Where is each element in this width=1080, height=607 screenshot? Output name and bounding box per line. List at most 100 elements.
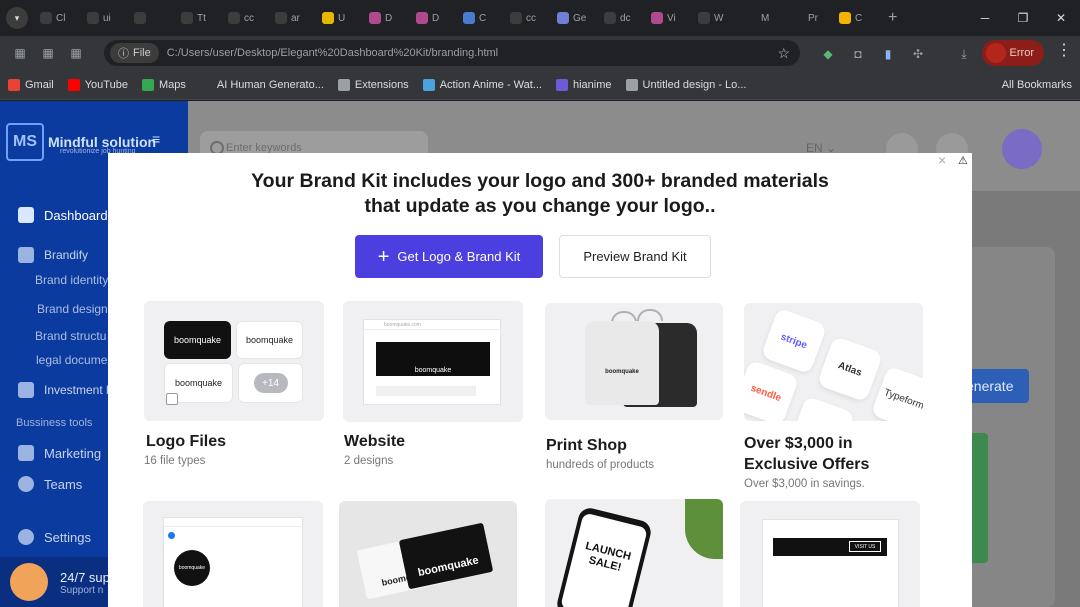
tab-label: cc (244, 12, 254, 24)
browser-tab[interactable]: Ge (551, 5, 598, 31)
browser-tab[interactable]: cc (504, 5, 551, 31)
browser-tab[interactable]: Cl (34, 5, 81, 31)
bookmark-favicon-icon (337, 78, 350, 91)
logo-files-thumbnail[interactable]: boomquake boomquake boomquake +14 (144, 301, 324, 421)
bookmark-item[interactable]: Action Anime - Wat... (422, 78, 542, 91)
collapse-menu-icon[interactable]: ≡ (152, 131, 160, 147)
offers-thumbnail[interactable]: stripe Atlas sendle Typeform Jo (744, 303, 923, 421)
browser-tab[interactable]: dc (598, 5, 645, 31)
bookmark-item[interactable]: Maps (141, 78, 186, 91)
bookmark-item[interactable]: Extensions (337, 78, 409, 91)
website-thumbnail[interactable]: boomquake.com boomquake (343, 301, 523, 422)
logo-black-tile: boomquake (164, 321, 231, 359)
card-title[interactable]: Website (344, 431, 405, 452)
nav-brand-structure[interactable]: Brand structu (35, 329, 106, 343)
back-icon[interactable]: ▦ (6, 39, 34, 67)
preview-brand-kit-button[interactable]: Preview Brand Kit (559, 235, 711, 278)
generate-label: enerate (966, 378, 1014, 394)
extension-icon[interactable]: ◆ (814, 40, 842, 68)
new-tab-icon[interactable]: + (888, 9, 897, 27)
minimize-icon[interactable]: ─ (966, 0, 1004, 36)
tab-favicon-icon (604, 12, 616, 24)
browser-tab[interactable]: C (457, 5, 504, 31)
nav-investment-label: Investment h (44, 383, 113, 397)
tab-favicon-icon (228, 12, 240, 24)
bookmark-item[interactable]: Gmail (8, 78, 54, 91)
tab-favicon-icon (792, 12, 804, 24)
bookmark-star-icon[interactable]: ☆ (777, 45, 790, 62)
bookmark-list: Gmail YouTube Maps AI Human Generato... Exte… (8, 78, 746, 91)
email-thumbnail[interactable]: VISIT US (740, 501, 920, 607)
tab-label: cc (526, 12, 536, 24)
browser-tab[interactable]: D (363, 5, 410, 31)
bookmark-label: YouTube (84, 78, 128, 91)
social-post-thumbnail[interactable]: LAUNCH SALE! (545, 499, 723, 607)
browser-tab[interactable]: W (692, 5, 739, 31)
get-logo-brand-kit-button[interactable]: + Get Logo & Brand Kit (355, 235, 543, 278)
logo-count-tile: +14 (238, 363, 303, 403)
browser-tab[interactable]: ar (269, 5, 316, 31)
nav-brand-design[interactable]: Brand design (37, 302, 108, 316)
bookmark-item[interactable]: hianime (555, 78, 612, 91)
forward-icon[interactable]: ▦ (34, 39, 62, 67)
browser-tab[interactable]: ui (81, 5, 128, 31)
card-title[interactable]: Over $3,000 in Exclusive Offers (744, 433, 924, 475)
address-bar[interactable]: ⓘ File C:/Users/user/Desktop/Elegant%20Da… (104, 40, 800, 66)
browser-tab[interactable]: U (316, 5, 363, 31)
nav-brand-identity[interactable]: Brand identity (35, 273, 108, 287)
error-button[interactable]: Error (982, 40, 1044, 66)
file-chip[interactable]: ⓘ File (110, 43, 159, 63)
tab-favicon-icon (463, 12, 475, 24)
bookmark-item[interactable]: YouTube (67, 78, 128, 91)
modal-headline: Your Brand Kit includes your logo and 30… (108, 169, 972, 219)
content-line (376, 386, 476, 396)
close-window-icon[interactable]: ✕ (1042, 0, 1080, 36)
tab-label: Pr (808, 12, 818, 24)
facebook-icon (168, 532, 175, 539)
camera-icon[interactable]: ◘ (844, 40, 872, 68)
browser-tab[interactable]: Vi (645, 5, 692, 31)
logo-wordmark: boomquake (174, 378, 223, 388)
browser-tab[interactable]: M (739, 5, 786, 31)
card-title[interactable]: Logo Files (146, 431, 226, 452)
browser-tab[interactable]: Tt (175, 5, 222, 31)
download-icon[interactable]: ⤓ (950, 40, 978, 68)
nav-legal-documents[interactable]: legal documer (36, 353, 111, 367)
browser-menu-icon[interactable]: ⋮ (1056, 40, 1072, 60)
card-title[interactable]: Print Shop (546, 435, 627, 456)
bookmark-item[interactable]: Untitled design - Lo... (625, 78, 746, 91)
typeform-label: Typeform (882, 386, 923, 412)
tab-favicon-icon (651, 12, 663, 24)
close-icon[interactable]: × (938, 153, 952, 167)
business-card-thumbnail[interactable]: boomquake boomquake (339, 501, 517, 607)
tab-favicon-icon (181, 12, 193, 24)
tab-label: Ge (573, 12, 587, 24)
tab-label: U (338, 12, 346, 24)
bookmark-item[interactable]: AI Human Generato... (199, 78, 324, 91)
brandify-icon (18, 247, 34, 263)
phone-mockup: LAUNCH SALE! (554, 505, 654, 607)
reload-icon[interactable]: ▦ (62, 39, 90, 67)
checkbox-icon[interactable] (166, 393, 178, 405)
browser-tab[interactable]: D (410, 5, 457, 31)
support-title: 24/7 sup (60, 570, 110, 585)
tab-search-icon[interactable]: ▾ (6, 7, 28, 29)
shirt-wordmark: boomquake (605, 369, 639, 375)
extension-icons: ◆ ◘ ▮ ✣ ⤓ (814, 40, 978, 68)
tab-label: dc (620, 12, 631, 24)
browser-tab[interactable]: cc (222, 5, 269, 31)
notes-icon[interactable]: ▮ (874, 40, 902, 68)
tab-label: ui (103, 12, 111, 24)
browser-tab[interactable]: Pr (786, 5, 833, 31)
print-shop-thumbnail[interactable]: boomquake (545, 303, 723, 420)
puzzle-icon[interactable]: ✣ (904, 40, 932, 68)
browser-tab[interactable]: C (833, 5, 880, 31)
bookmarks-bar: Gmail YouTube Maps AI Human Generato... Exte… (0, 70, 1080, 100)
url-text[interactable]: C:/Users/user/Desktop/Elegant%20Dashboar… (167, 47, 498, 59)
user-avatar[interactable] (1002, 129, 1042, 169)
grid-icon (18, 445, 34, 461)
social-thumbnail[interactable]: boomquake (143, 501, 323, 607)
restore-icon[interactable]: ❐ (1004, 0, 1042, 36)
all-bookmarks[interactable]: All Bookmarks (1002, 79, 1072, 91)
browser-tab[interactable] (128, 5, 175, 31)
